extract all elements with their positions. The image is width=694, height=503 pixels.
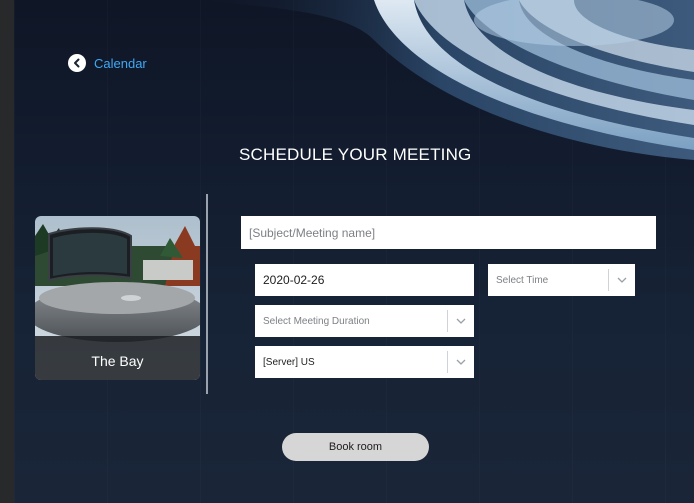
server-select[interactable]: [Server] US <box>255 346 474 378</box>
back-to-calendar-link[interactable]: Calendar <box>68 53 147 73</box>
page-title: SCHEDULE YOUR MEETING <box>239 145 472 164</box>
time-select[interactable]: Select Time <box>488 264 635 296</box>
time-select-label: Select Time <box>496 274 549 286</box>
duration-select-label: Select Meeting Duration <box>263 315 370 327</box>
book-room-button[interactable]: Book room <box>282 433 429 461</box>
subject-input[interactable]: [Subject/Meeting name] <box>241 216 656 249</box>
app-view: Calendar SCHEDULE YOUR MEETING The Bay [… <box>14 0 694 503</box>
chevron-down-icon[interactable] <box>448 359 474 365</box>
chevron-down-icon[interactable] <box>448 318 474 324</box>
back-link-label: Calendar <box>94 55 147 71</box>
chevron-left-circle-icon <box>68 54 86 72</box>
server-select-label: [Server] US <box>263 356 315 368</box>
vertical-divider <box>206 194 208 394</box>
window-frame: Calendar SCHEDULE YOUR MEETING The Bay [… <box>0 0 694 503</box>
room-card[interactable]: The Bay <box>35 216 200 380</box>
date-value: 2020-02-26 <box>263 273 325 287</box>
chevron-down-icon[interactable] <box>609 277 635 283</box>
duration-select[interactable]: Select Meeting Duration <box>255 305 474 337</box>
room-name: The Bay <box>91 353 144 369</box>
date-input[interactable]: 2020-02-26 <box>255 264 474 296</box>
subject-placeholder: [Subject/Meeting name] <box>249 225 376 240</box>
